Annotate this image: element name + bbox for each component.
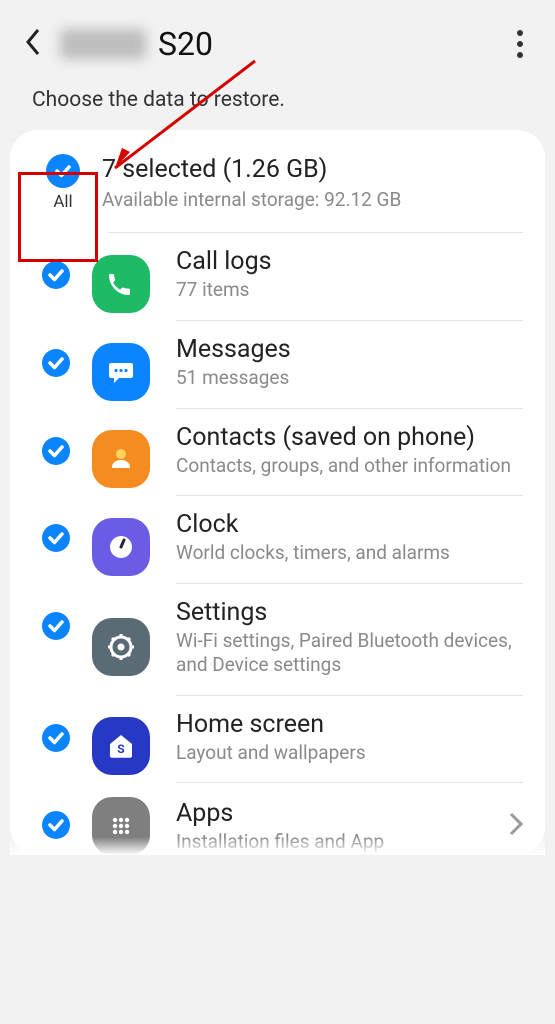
divider: [176, 782, 523, 783]
restore-list-card: All 7 selected (1.26 GB) Available inter…: [10, 130, 545, 855]
item-subtitle: Contacts, groups, and other information: [176, 454, 523, 478]
divider: [176, 320, 523, 321]
checkbox-apps[interactable]: [42, 811, 70, 839]
item-subtitle: Layout and wallpapers: [176, 741, 523, 765]
messages-icon: [92, 343, 150, 401]
page-title: S20: [60, 25, 213, 63]
item-subtitle: Wi-Fi settings, Paired Bluetooth devices…: [176, 629, 523, 677]
checkbox-settings[interactable]: [42, 612, 70, 640]
settings-icon: [92, 618, 150, 676]
phone-icon: [92, 255, 150, 313]
item-contacts[interactable]: Contacts (saved on phone) Contacts, grou…: [10, 409, 545, 497]
checkbox-clock[interactable]: [42, 524, 70, 552]
checkbox-messages[interactable]: [42, 349, 70, 377]
item-calllogs[interactable]: Call logs 77 items: [10, 233, 545, 321]
select-all-checkbox[interactable]: [46, 154, 80, 188]
item-title: Apps: [176, 799, 501, 828]
device-name-suffix: S20: [158, 25, 213, 63]
select-all-label: All: [53, 192, 72, 212]
item-title: Home screen: [176, 710, 523, 739]
home-icon: S: [92, 717, 150, 775]
item-subtitle: 77 items: [176, 278, 523, 302]
item-clock[interactable]: Clock World clocks, timers, and alarms: [10, 496, 545, 584]
selection-summary-subtitle: Available internal storage: 92.12 GB: [102, 188, 401, 211]
divider: [176, 495, 523, 496]
item-homescreen[interactable]: S Home screen Layout and wallpapers: [10, 696, 545, 784]
checkbox-calllogs[interactable]: [42, 261, 70, 289]
svg-text:S: S: [117, 742, 124, 756]
instruction-text: Choose the data to restore.: [0, 80, 555, 130]
device-name-redacted: [60, 29, 146, 59]
item-title: Contacts (saved on phone): [176, 423, 523, 452]
item-subtitle: World clocks, timers, and alarms: [176, 541, 523, 565]
item-title: Messages: [176, 335, 523, 364]
chevron-right-icon[interactable]: [509, 812, 523, 840]
checkbox-homescreen[interactable]: [42, 724, 70, 752]
app-header: S20: [0, 0, 555, 80]
item-settings[interactable]: Settings Wi-Fi settings, Paired Bluetoot…: [10, 584, 545, 696]
divider: [176, 583, 523, 584]
item-subtitle: 51 messages: [176, 366, 523, 390]
item-title: Clock: [176, 510, 523, 539]
item-title: Call logs: [176, 247, 523, 276]
checkbox-contacts[interactable]: [42, 437, 70, 465]
contacts-icon: [92, 430, 150, 488]
select-all-row[interactable]: All 7 selected (1.26 GB) Available inter…: [10, 144, 545, 218]
more-options-button[interactable]: [509, 22, 531, 66]
selection-summary-title: 7 selected (1.26 GB): [102, 155, 401, 184]
item-title: Settings: [176, 598, 523, 627]
divider: [176, 408, 523, 409]
clock-icon: [92, 518, 150, 576]
divider: [176, 695, 523, 696]
back-button[interactable]: [24, 28, 42, 60]
item-messages[interactable]: Messages 51 messages: [10, 321, 545, 409]
